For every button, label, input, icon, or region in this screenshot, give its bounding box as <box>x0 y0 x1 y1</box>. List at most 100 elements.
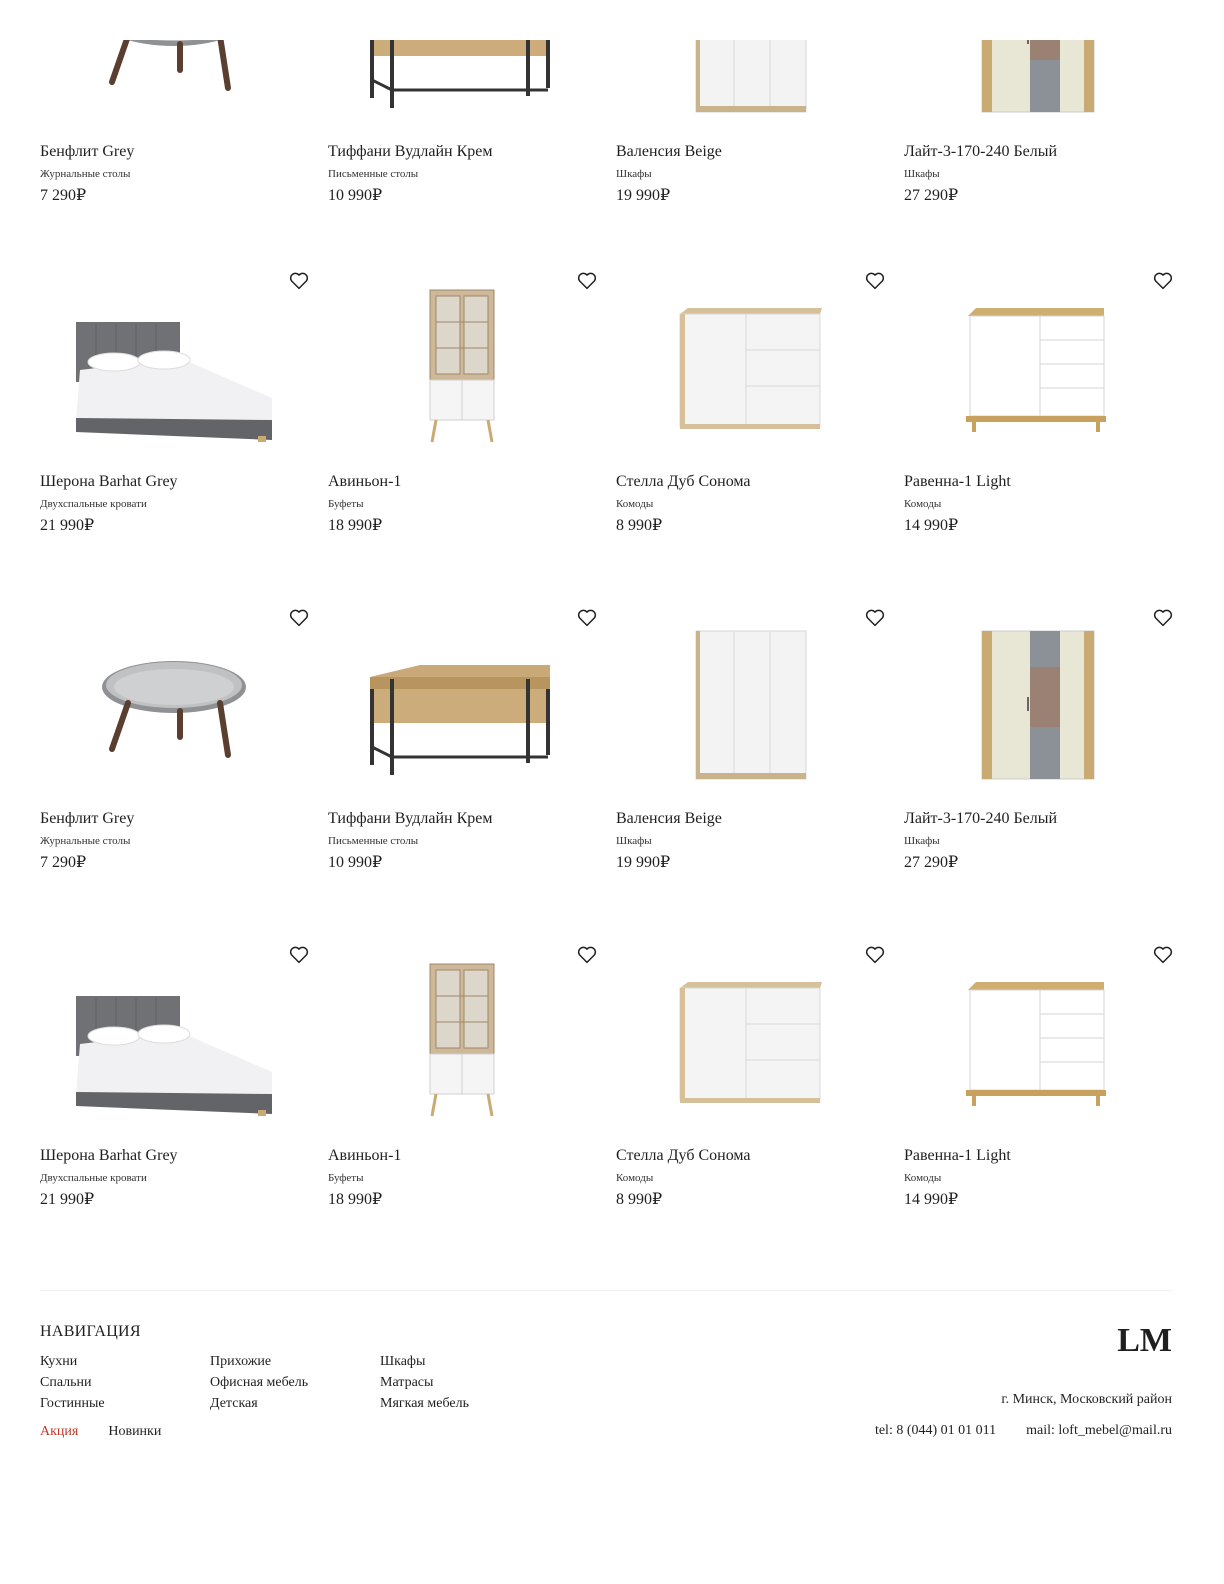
bed-icon[interactable] <box>40 270 310 470</box>
product-card[interactable]: Валенсия Beige Шкафы 19 990₽ <box>616 0 886 277</box>
product-price: 10 990₽ <box>328 854 383 871</box>
wardrobe-icon[interactable] <box>616 607 886 807</box>
product-price: 18 990₽ <box>328 517 383 534</box>
product-category: Письменные столы <box>328 835 419 847</box>
product-name[interactable]: Равенна-1 Light <box>904 1147 1011 1165</box>
nav-link-kitchens[interactable]: Кухни <box>40 1351 210 1372</box>
heart-icon[interactable] <box>576 607 598 629</box>
coffee-table-icon[interactable] <box>40 607 310 807</box>
product-category: Комоды <box>904 498 942 510</box>
product-category: Двухспальные кровати <box>40 498 147 510</box>
product-name[interactable]: Лайт-3-170-240 Белый <box>904 143 1057 161</box>
product-price: 27 290₽ <box>904 187 959 204</box>
footer-contacts: tel: 8 (044) 01 01 011 mail: loft_mebel@… <box>875 1423 1172 1439</box>
product-name[interactable]: Лайт-3-170-240 Белый <box>904 810 1057 828</box>
nav-link-mattresses[interactable]: Матрасы <box>380 1372 550 1393</box>
product-category: Буфеты <box>328 498 364 510</box>
product-price: 19 990₽ <box>616 854 671 871</box>
product-card[interactable]: Стелла Дуб Сонома Комоды 8 990₽ <box>616 944 886 1281</box>
footer-nav: Кухни Спальни Гостинные Прихожие Офисная… <box>40 1351 550 1414</box>
product-card[interactable]: Равенна-1 Light Комоды 14 990₽ <box>904 270 1174 607</box>
nav-link-hallways[interactable]: Прихожие <box>210 1351 380 1372</box>
heart-icon[interactable] <box>1152 944 1174 966</box>
heart-icon[interactable] <box>288 944 310 966</box>
sideboard-icon[interactable] <box>904 944 1174 1144</box>
product-card[interactable]: Авиньон-1 Буфеты 18 990₽ <box>328 270 598 607</box>
product-card[interactable]: Авиньон-1 Буфеты 18 990₽ <box>328 944 598 1281</box>
product-card[interactable]: Тиффани Вудлайн Крем Письменные столы 10 9… <box>328 0 598 277</box>
product-name[interactable]: Тиффани Вудлайн Крем <box>328 143 493 161</box>
heart-icon[interactable] <box>288 270 310 292</box>
heart-icon[interactable] <box>576 944 598 966</box>
product-card[interactable]: Шерона Barhat Grey Двухспальные кровати 21… <box>40 944 310 1281</box>
desk-icon[interactable] <box>328 607 598 807</box>
product-card[interactable]: Валенсия Beige Шкафы 19 990₽ <box>616 607 886 944</box>
nav-link-bedrooms[interactable]: Спальни <box>40 1372 210 1393</box>
mirror-wardrobe-icon[interactable] <box>904 607 1174 807</box>
product-card[interactable]: Шерона Barhat Grey Двухспальные кровати 21… <box>40 270 310 607</box>
nav-link-office-furniture[interactable]: Офисная мебель <box>210 1372 380 1393</box>
product-name[interactable]: Стелла Дуб Сонома <box>616 1147 751 1165</box>
product-name[interactable]: Стелла Дуб Сонома <box>616 473 751 491</box>
heart-icon[interactable] <box>288 607 310 629</box>
product-price: 8 990₽ <box>616 517 663 534</box>
nav-link-kids[interactable]: Детская <box>210 1393 380 1414</box>
product-category: Двухспальные кровати <box>40 1172 147 1184</box>
cabinet-icon[interactable] <box>328 270 598 470</box>
product-name[interactable]: Валенсия Beige <box>616 810 722 828</box>
product-name[interactable]: Равенна-1 Light <box>904 473 1011 491</box>
product-card[interactable]: Равенна-1 Light Комоды 14 990₽ <box>904 944 1174 1281</box>
heart-icon[interactable] <box>576 270 598 292</box>
nav-link-upholstered[interactable]: Мягкая мебель <box>380 1393 550 1414</box>
product-price: 7 290₽ <box>40 187 87 204</box>
product-name[interactable]: Валенсия Beige <box>616 143 722 161</box>
product-card[interactable]: Лайт-3-170-240 Белый Шкафы 27 290₽ <box>904 0 1174 277</box>
product-price: 8 990₽ <box>616 1191 663 1208</box>
product-name[interactable]: Бенфлит Grey <box>40 143 134 161</box>
heart-icon[interactable] <box>864 270 886 292</box>
product-price: 21 990₽ <box>40 517 95 534</box>
product-name[interactable]: Авиньон-1 <box>328 1147 401 1165</box>
bed-icon[interactable] <box>40 944 310 1144</box>
product-category: Журнальные столы <box>40 835 131 847</box>
product-category: Буфеты <box>328 1172 364 1184</box>
heart-icon[interactable] <box>864 944 886 966</box>
product-name[interactable]: Бенфлит Grey <box>40 810 134 828</box>
product-card[interactable]: Тиффани Вудлайн Крем Письменные столы 10 9… <box>328 607 598 944</box>
product-price: 18 990₽ <box>328 1191 383 1208</box>
dresser-icon[interactable] <box>616 944 886 1144</box>
footer-nav-column: Кухни Спальни Гостинные <box>40 1351 210 1414</box>
footer-email[interactable]: mail: loft_mebel@mail.ru <box>1026 1423 1172 1439</box>
heart-icon[interactable] <box>864 607 886 629</box>
product-name[interactable]: Шерона Barhat Grey <box>40 473 178 491</box>
nav-link-promo[interactable]: Акция <box>40 1424 78 1440</box>
product-grid: Бенфлит Grey Журнальные столы 7 290₽ Тиффан… <box>40 0 1174 1290</box>
cabinet-icon[interactable] <box>328 944 598 1144</box>
product-card[interactable]: Бенфлит Grey Журнальные столы 7 290₽ <box>40 0 310 277</box>
nav-link-living-rooms[interactable]: Гостинные <box>40 1393 210 1414</box>
product-card[interactable]: Стелла Дуб Сонома Комоды 8 990₽ <box>616 270 886 607</box>
product-name[interactable]: Тиффани Вудлайн Крем <box>328 810 493 828</box>
heart-icon[interactable] <box>1152 607 1174 629</box>
footer-phone[interactable]: tel: 8 (044) 01 01 011 <box>875 1423 996 1439</box>
product-category: Шкафы <box>616 168 652 180</box>
footer-nav-column: Шкафы Матрасы Мягкая мебель <box>380 1351 550 1414</box>
product-card[interactable]: Бенфлит Grey Журнальные столы 7 290₽ <box>40 607 310 944</box>
nav-link-new[interactable]: Новинки <box>108 1424 161 1440</box>
heart-icon[interactable] <box>1152 270 1174 292</box>
product-price: 19 990₽ <box>616 187 671 204</box>
nav-link-wardrobes[interactable]: Шкафы <box>380 1351 550 1372</box>
product-name[interactable]: Авиньон-1 <box>328 473 401 491</box>
dresser-icon[interactable] <box>616 270 886 470</box>
footer-divider <box>40 1290 1172 1291</box>
sideboard-icon[interactable] <box>904 270 1174 470</box>
product-price: 27 290₽ <box>904 854 959 871</box>
product-category: Комоды <box>616 1172 654 1184</box>
product-price: 7 290₽ <box>40 854 87 871</box>
product-name[interactable]: Шерона Barhat Grey <box>40 1147 178 1165</box>
product-category: Комоды <box>904 1172 942 1184</box>
footer-logo[interactable]: LM <box>1117 1322 1172 1360</box>
product-price: 21 990₽ <box>40 1191 95 1208</box>
product-price: 14 990₽ <box>904 1191 959 1208</box>
product-card[interactable]: Лайт-3-170-240 Белый Шкафы 27 290₽ <box>904 607 1174 944</box>
